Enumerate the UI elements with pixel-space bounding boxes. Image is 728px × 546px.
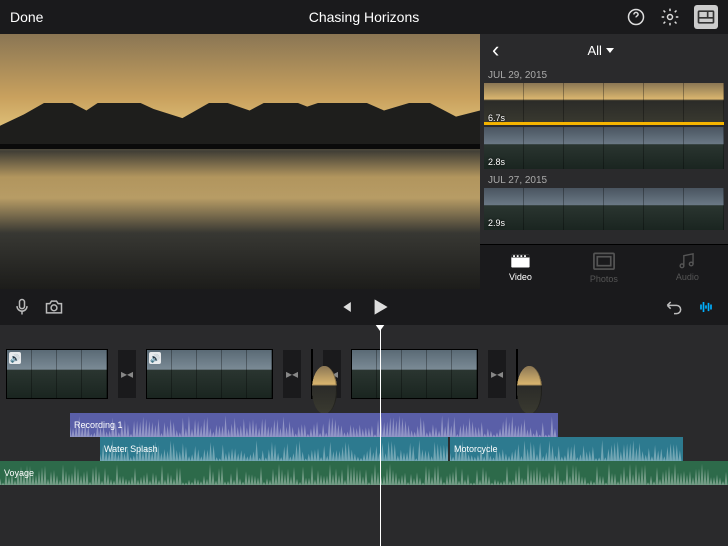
- clip-duration: 2.9s: [488, 218, 505, 228]
- speaker-icon: 🔊: [9, 352, 21, 364]
- audio-clip-label: Voyage: [4, 468, 34, 478]
- video-clip[interactable]: 🔊: [6, 349, 108, 399]
- audio-clip[interactable]: Water Splash: [100, 437, 448, 461]
- library-tab-audio[interactable]: Audio: [676, 252, 699, 282]
- library-tab-label: Photos: [590, 274, 618, 284]
- library-filter-label: All: [587, 43, 601, 58]
- library-tab-photos[interactable]: Photos: [590, 250, 618, 284]
- audio-clip[interactable]: Recording 1: [70, 413, 558, 437]
- microphone-icon[interactable]: [12, 297, 32, 317]
- audio-clip-label: Recording 1: [74, 420, 123, 430]
- transition-icon[interactable]: ▸◂: [118, 350, 136, 398]
- media-library: ‹ All JUL 29, 2015 6.7s 2.8s JUL 27, 2015 2.…: [480, 34, 728, 289]
- transition-icon[interactable]: ▸◂: [488, 350, 506, 398]
- audio-clip[interactable]: Voyage: [0, 461, 728, 485]
- playhead[interactable]: [380, 325, 381, 546]
- library-tab-label: Audio: [676, 272, 699, 282]
- library-date-header: JUL 27, 2015: [480, 171, 728, 188]
- chevron-down-icon: [606, 48, 614, 53]
- gear-icon[interactable]: [660, 7, 680, 27]
- library-clip[interactable]: 6.7s: [484, 83, 724, 125]
- audio-clip-label: Water Splash: [104, 444, 158, 454]
- undo-icon[interactable]: [664, 297, 684, 317]
- layout-icon[interactable]: [694, 5, 718, 29]
- library-filter[interactable]: All: [587, 43, 613, 58]
- clip-duration: 6.7s: [488, 113, 505, 123]
- video-clip[interactable]: [351, 349, 478, 399]
- video-clip[interactable]: [311, 349, 313, 399]
- timeline[interactable]: 🔊▸◂🔊▸◂▸◂▸◂ Recording 1Water SplashMotorc…: [0, 325, 728, 546]
- video-preview[interactable]: [0, 34, 480, 289]
- back-button[interactable]: ‹: [492, 37, 499, 63]
- speaker-icon: 🔊: [149, 352, 161, 364]
- video-clip[interactable]: [516, 349, 518, 399]
- audio-clip[interactable]: Motorcycle: [450, 437, 683, 461]
- clip-duration: 2.8s: [488, 157, 505, 167]
- library-clip[interactable]: 2.8s: [484, 127, 724, 169]
- waveform-icon[interactable]: [696, 297, 716, 317]
- rewind-to-start-icon[interactable]: [335, 297, 355, 317]
- play-icon[interactable]: [367, 294, 393, 320]
- audio-clip-label: Motorcycle: [454, 444, 498, 454]
- project-title: Chasing Horizons: [0, 9, 728, 25]
- video-clip[interactable]: 🔊: [146, 349, 273, 399]
- transition-icon[interactable]: ▸◂: [283, 350, 301, 398]
- help-icon[interactable]: [626, 7, 646, 27]
- camera-icon[interactable]: [44, 297, 64, 317]
- library-date-header: JUL 29, 2015: [480, 66, 728, 83]
- library-tab-label: Video: [509, 272, 532, 282]
- library-tab-video[interactable]: Video: [509, 252, 532, 282]
- library-clip[interactable]: 2.9s: [484, 188, 724, 230]
- done-button[interactable]: Done: [10, 9, 43, 25]
